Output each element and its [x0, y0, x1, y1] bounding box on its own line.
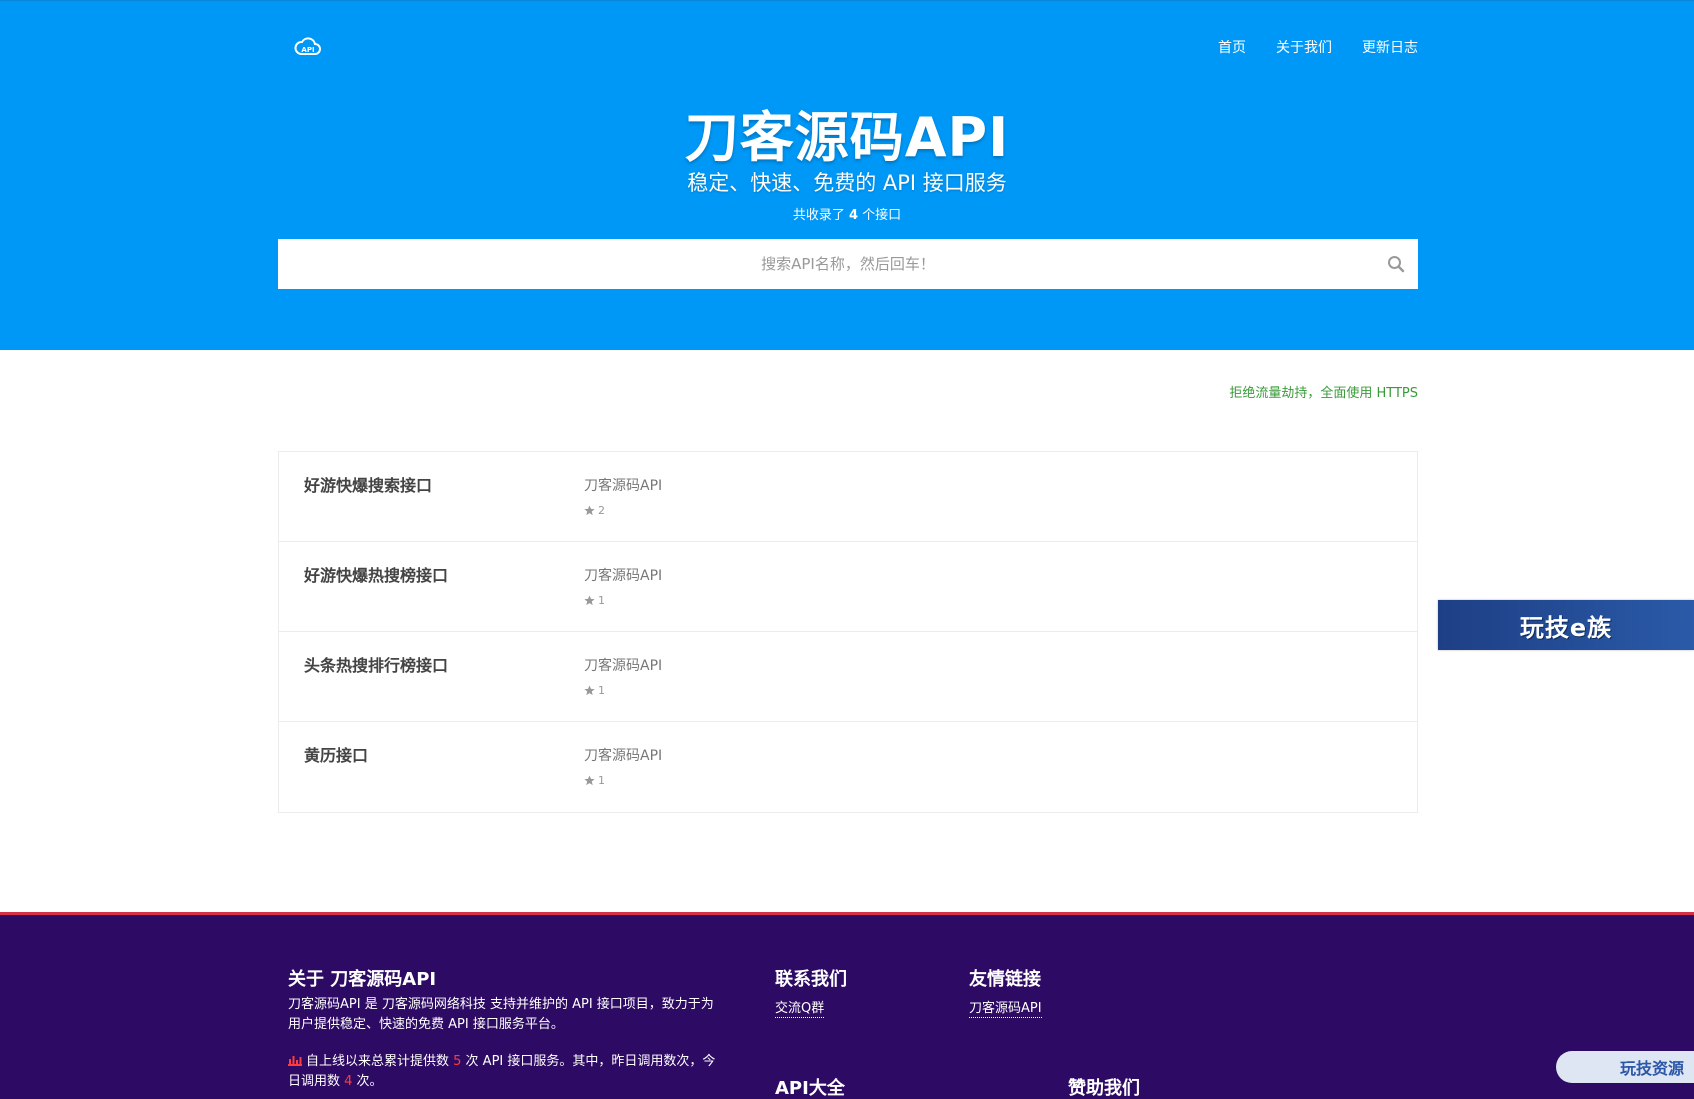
stats-prefix: 自上线以来总累计提供数	[306, 1054, 454, 1069]
star-icon	[584, 595, 595, 606]
site-subtitle: 稳定、快速、免费的 API 接口服务	[687, 171, 1007, 195]
api-name[interactable]: 头条热搜排行榜接口	[304, 652, 448, 676]
star-icon	[584, 775, 595, 786]
api-item[interactable]: 好游快爆热搜榜接口 刀客源码API 1	[279, 542, 1417, 632]
star-count: 2	[598, 504, 605, 517]
api-stars: 1	[584, 774, 605, 787]
footer-api-all-title[interactable]: API大全	[775, 1074, 845, 1099]
stats-suffix: 次。	[352, 1074, 383, 1089]
corner-badge[interactable]: 玩技资源	[1556, 1051, 1694, 1083]
api-stars: 1	[584, 684, 605, 697]
api-list: 好游快爆搜索接口 刀客源码API 2 好游快爆热搜榜接口 刀客源码API 1 头…	[278, 451, 1418, 813]
search-box	[278, 239, 1418, 289]
api-item[interactable]: 头条热搜排行榜接口 刀客源码API 1	[279, 632, 1417, 722]
svg-text:API: API	[301, 46, 314, 54]
api-name[interactable]: 黄历接口	[304, 742, 368, 766]
star-icon	[584, 505, 595, 516]
footer-about-title: 关于 刀客源码API	[288, 969, 437, 990]
api-count-value: 4	[848, 208, 859, 223]
cloud-api-icon[interactable]: API	[294, 33, 322, 59]
https-notice: 拒绝流量劫持，全面使用 HTTPS	[1229, 386, 1418, 401]
search-icon[interactable]	[1386, 254, 1406, 274]
hero-header: API 首页 关于我们 更新日志 刀客源码API 稳定、快速、免费的 API 接…	[0, 0, 1694, 350]
api-author: 刀客源码API	[584, 568, 663, 584]
api-author: 刀客源码API	[584, 748, 663, 764]
site-title: 刀客源码API	[684, 106, 1010, 169]
top-nav: 首页 关于我们 更新日志	[1218, 37, 1418, 57]
api-author: 刀客源码API	[584, 478, 663, 494]
search-input[interactable]	[278, 239, 1418, 289]
api-name[interactable]: 好游快爆搜索接口	[304, 472, 432, 496]
side-banner-text: 玩技e族	[1519, 613, 1613, 642]
api-count-suffix: 个接口	[858, 208, 902, 223]
nav-changelog[interactable]: 更新日志	[1362, 37, 1418, 57]
footer-about-text: 刀客源码API 是 刀客源码网络科技 支持并维护的 API 接口项目，致力于为用…	[288, 997, 714, 1032]
side-ad-banner[interactable]: 玩技e族	[1438, 600, 1694, 650]
api-author: 刀客源码API	[584, 658, 663, 674]
qq-group-link[interactable]: 交流Q群	[775, 997, 825, 1018]
footer-sponsor-title[interactable]: 赞助我们	[1068, 1074, 1140, 1099]
api-item[interactable]: 好游快爆搜索接口 刀客源码API 2	[279, 452, 1417, 542]
footer-contact-title: 联系我们	[775, 969, 847, 990]
nav-home[interactable]: 首页	[1218, 37, 1246, 57]
api-name[interactable]: 好游快爆热搜榜接口	[304, 562, 448, 586]
nav-about[interactable]: 关于我们	[1276, 37, 1332, 57]
star-count: 1	[598, 774, 605, 787]
api-stars: 1	[584, 594, 605, 607]
star-icon	[584, 685, 595, 696]
api-stars: 2	[584, 504, 605, 517]
star-count: 1	[598, 684, 605, 697]
api-count-prefix: 共收录了	[792, 208, 849, 223]
footer: 关于 刀客源码API 刀客源码API 是 刀客源码网络科技 支持并维护的 API…	[0, 912, 1694, 1099]
friend-link[interactable]: 刀客源码API	[969, 997, 1042, 1018]
corner-badge-text: 玩技资源	[1619, 1059, 1684, 1078]
api-count: 共收录了 4 个接口	[0, 204, 1694, 223]
footer-links-title: 友情链接	[969, 969, 1041, 990]
api-item[interactable]: 黄历接口 刀客源码API 1	[279, 722, 1417, 812]
footer-stats: 自上线以来总累计提供数 5 次 API 接口服务。其中，昨日调用数次，今日调用数…	[288, 1052, 718, 1092]
bar-chart-icon	[288, 1056, 302, 1066]
star-count: 1	[598, 594, 605, 607]
